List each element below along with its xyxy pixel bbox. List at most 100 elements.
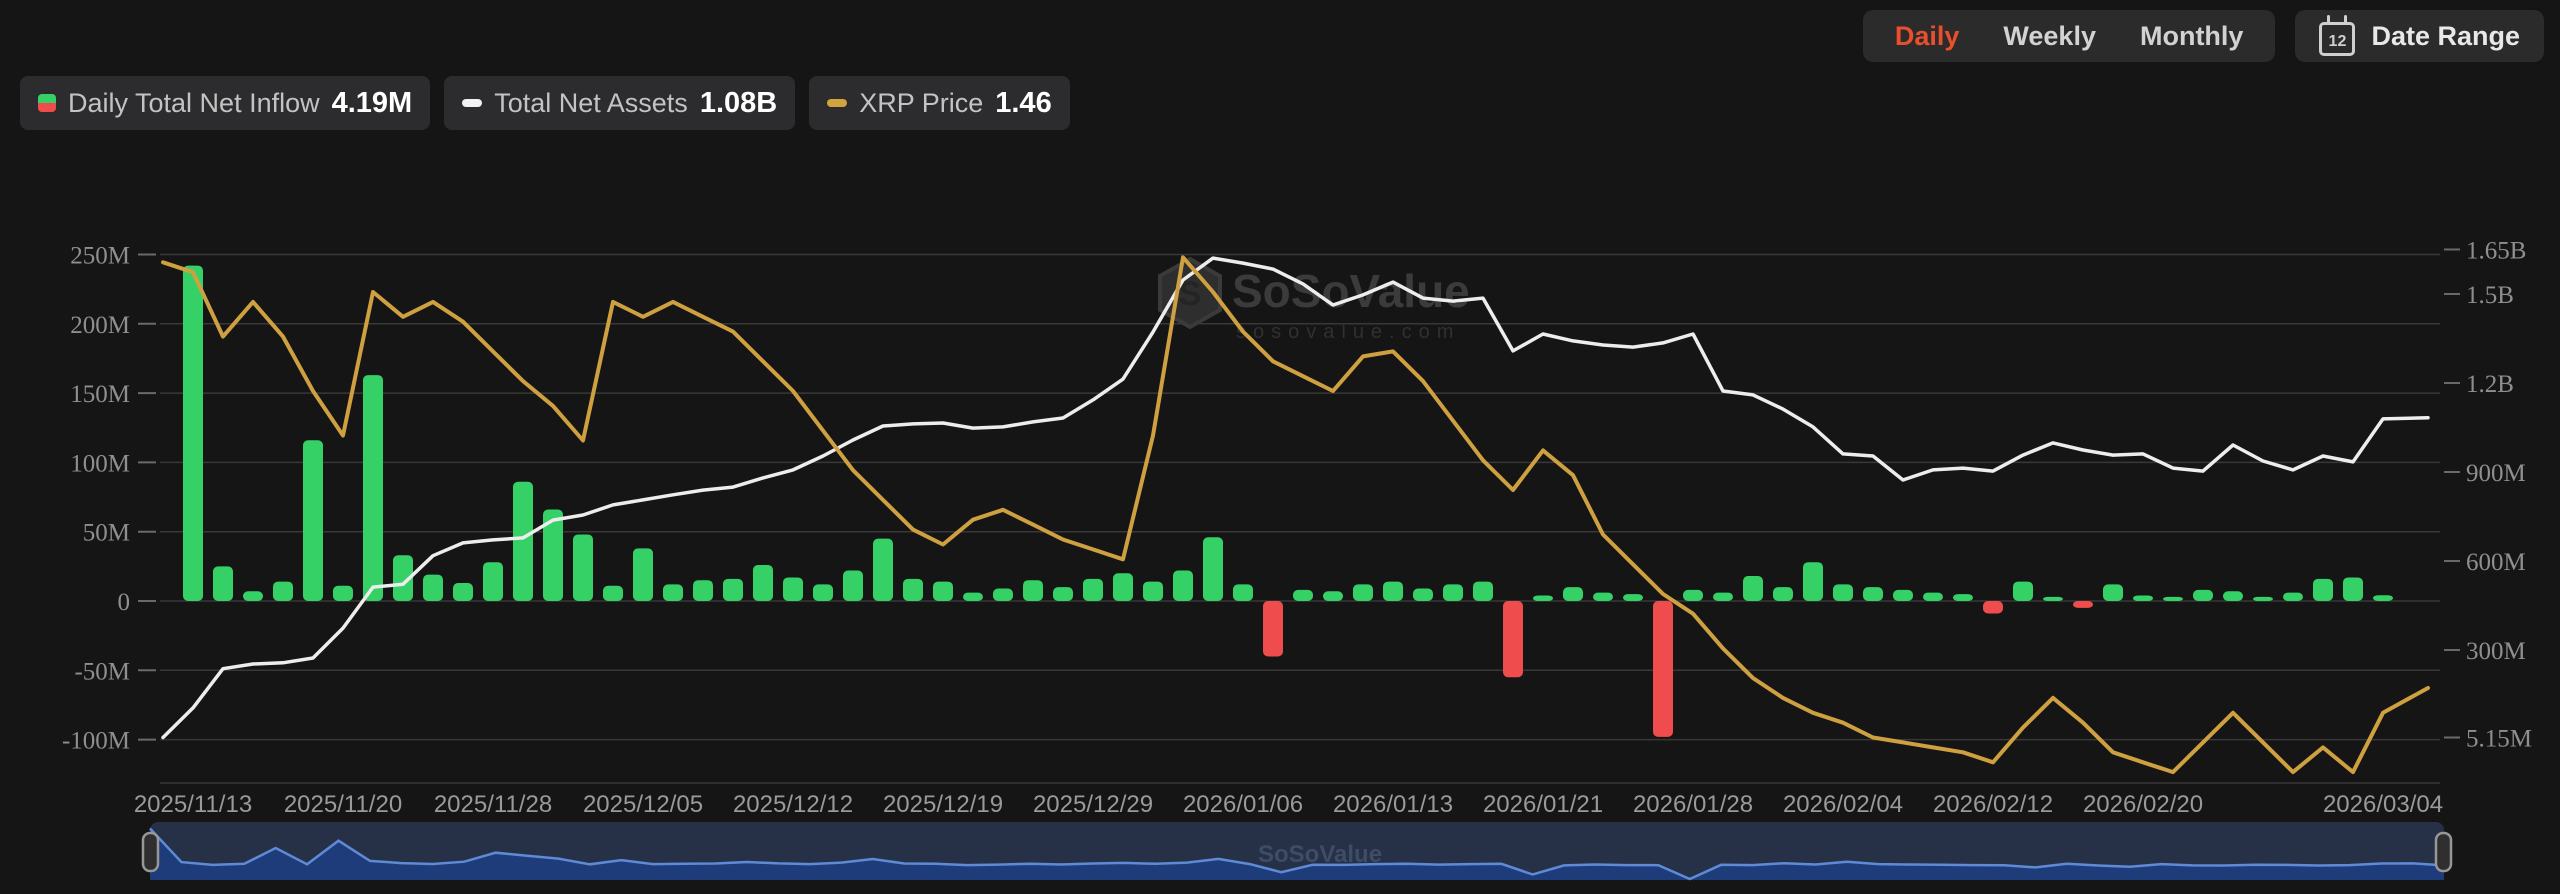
inflow-bar[interactable]: [1263, 601, 1283, 656]
inflow-bar[interactable]: [1443, 584, 1463, 601]
inflow-bar[interactable]: [723, 579, 743, 601]
inflow-bar[interactable]: [2193, 590, 2213, 601]
inflow-bar[interactable]: [1143, 582, 1163, 601]
inflow-bar[interactable]: [243, 591, 263, 601]
inflow-bar[interactable]: [633, 548, 653, 601]
inflow-bar[interactable]: [813, 584, 833, 601]
inflow-bar[interactable]: [603, 586, 623, 601]
inflow-bar[interactable]: [1893, 590, 1913, 601]
inflow-bar[interactable]: [1323, 591, 1343, 601]
inflow-bar[interactable]: [483, 562, 503, 601]
inflow-bar[interactable]: [513, 482, 533, 601]
inflow-bar[interactable]: [1563, 587, 1583, 601]
inflow-bar[interactable]: [1653, 601, 1673, 737]
inflow-bar[interactable]: [1053, 587, 1073, 601]
inflow-bar[interactable]: [2043, 597, 2063, 601]
inflow-bar[interactable]: [1833, 584, 1853, 601]
inflow-bar[interactable]: [1173, 571, 1193, 601]
inflow-bar[interactable]: [1983, 601, 2003, 613]
y-axis-left-label: -50M: [74, 658, 130, 685]
inflow-bar[interactable]: [1233, 584, 1253, 601]
chart-watermark-title: SoSoValue: [1232, 265, 1470, 317]
inflow-bar[interactable]: [1593, 593, 1613, 601]
inflow-bar[interactable]: [903, 579, 923, 601]
x-axis-label: 2025/11/13: [134, 791, 252, 818]
y-axis-left-label: 200M: [70, 312, 130, 339]
y-axis-left-label: 50M: [83, 520, 130, 547]
x-axis-label: 2025/12/12: [733, 791, 853, 818]
navigator-left-handle[interactable]: [143, 833, 158, 871]
inflow-bar[interactable]: [2223, 591, 2243, 601]
navigator-right-handle[interactable]: [2436, 833, 2451, 871]
y-axis-left-label: 150M: [70, 381, 130, 408]
inflow-bar[interactable]: [2313, 579, 2333, 601]
inflow-bar[interactable]: [573, 534, 593, 601]
inflow-bar[interactable]: [1413, 589, 1433, 601]
y-axis-left-label: 250M: [70, 243, 130, 270]
inflow-bar[interactable]: [1293, 590, 1313, 601]
inflow-bar[interactable]: [1473, 582, 1493, 601]
x-axis-label: 2025/12/29: [1033, 791, 1153, 818]
inflow-bar[interactable]: [1023, 580, 1043, 601]
inflow-bar[interactable]: [1533, 595, 1553, 601]
inflow-bar[interactable]: [2133, 595, 2153, 601]
x-axis-label: 2026/01/06: [1183, 791, 1303, 818]
inflow-bar[interactable]: [933, 582, 953, 601]
inflow-bar[interactable]: [423, 575, 443, 601]
inflow-bar[interactable]: [213, 566, 233, 601]
etf-dashboard: Daily Weekly Monthly 12 Date Range Daily…: [0, 0, 2560, 894]
inflow-bar[interactable]: [453, 583, 473, 601]
inflow-bar[interactable]: [663, 584, 683, 601]
inflow-bar[interactable]: [1683, 590, 1703, 601]
inflow-bar[interactable]: [363, 375, 383, 601]
y-axis-left-label: 0: [118, 589, 131, 616]
inflow-bar[interactable]: [1503, 601, 1523, 677]
inflow-bar[interactable]: [1203, 537, 1223, 601]
inflow-bar[interactable]: [1773, 587, 1793, 601]
x-axis-label: 2026/01/13: [1333, 791, 1453, 818]
inflow-bar[interactable]: [843, 571, 863, 601]
inflow-bar[interactable]: [2283, 593, 2303, 601]
inflow-bar[interactable]: [783, 577, 803, 601]
x-axis-label: 2026/02/20: [2083, 791, 2203, 818]
inflow-bar[interactable]: [303, 440, 323, 601]
inflow-bar[interactable]: [183, 266, 203, 601]
inflow-bar[interactable]: [1923, 593, 1943, 601]
inflow-bar[interactable]: [273, 582, 293, 601]
x-axis-label: 2026/01/28: [1633, 791, 1753, 818]
inflow-bar[interactable]: [2163, 597, 2183, 601]
inflow-bar[interactable]: [1803, 562, 1823, 601]
inflow-bar[interactable]: [963, 593, 983, 601]
inflow-bar[interactable]: [1113, 573, 1133, 601]
inflow-bar[interactable]: [1623, 594, 1643, 601]
x-axis-label: 2025/11/28: [434, 791, 552, 818]
y-axis-right-label: 1.5B: [2466, 282, 2514, 309]
inflow-bar[interactable]: [1383, 582, 1403, 601]
inflow-bar[interactable]: [873, 539, 893, 601]
inflow-bar[interactable]: [993, 589, 1013, 601]
inflow-bar[interactable]: [1953, 594, 1973, 601]
y-axis-right-label: 300M: [2466, 638, 2526, 665]
y-axis-left-label: 100M: [70, 450, 130, 477]
inflow-bar[interactable]: [1743, 576, 1763, 601]
inflow-bar[interactable]: [2073, 601, 2093, 608]
inflow-bar[interactable]: [1353, 584, 1373, 601]
inflow-bar[interactable]: [2373, 595, 2393, 601]
y-axis-right-label: 1.65B: [2466, 237, 2526, 264]
x-axis-label: 2026/01/21: [1483, 791, 1603, 818]
inflow-bar[interactable]: [333, 586, 353, 601]
y-axis-left-label: -100M: [62, 728, 130, 755]
inflow-bar[interactable]: [1863, 587, 1883, 601]
chart-watermark-subtitle: sosovalue.com: [1236, 321, 1460, 343]
inflow-bar[interactable]: [2343, 577, 2363, 601]
inflow-bar[interactable]: [1083, 579, 1103, 601]
inflow-bar[interactable]: [753, 565, 773, 601]
inflow-bar[interactable]: [2103, 584, 2123, 601]
x-axis-label: 2026/03/04: [2323, 791, 2443, 818]
x-axis-label: 2025/11/20: [284, 791, 402, 818]
inflow-bar[interactable]: [2013, 582, 2033, 601]
inflow-bar[interactable]: [1713, 593, 1733, 601]
inflow-bar[interactable]: [2253, 597, 2273, 601]
main-chart[interactable]: 250M200M150M100M50M0-50M-100M1.65B1.5B1.…: [0, 0, 2560, 894]
inflow-bar[interactable]: [693, 580, 713, 601]
